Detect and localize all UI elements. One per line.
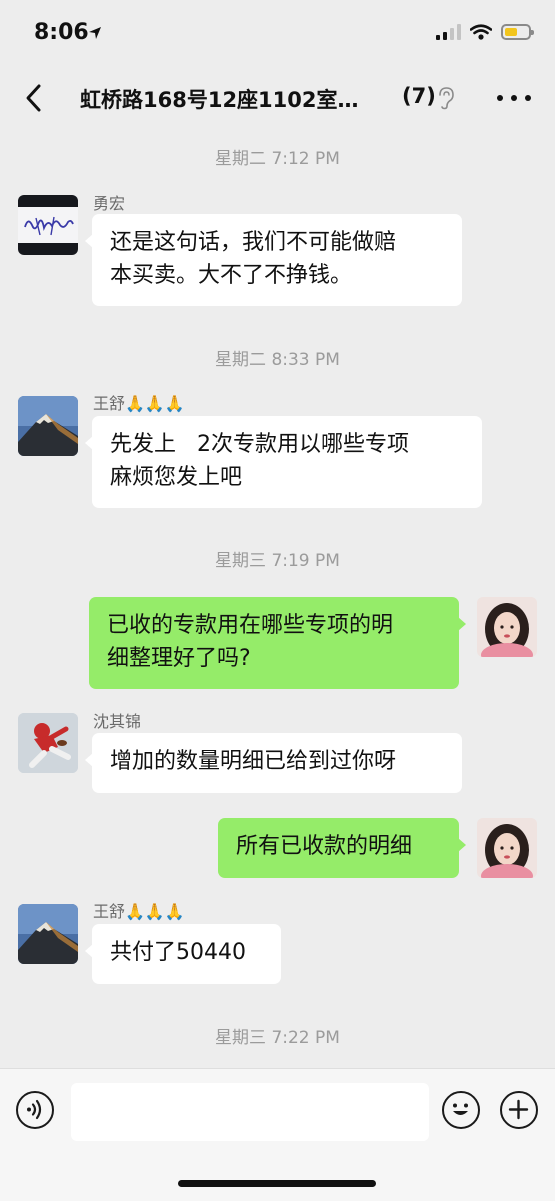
message-line: 细整理好了吗? — [107, 646, 251, 671]
message-line: 还是这句话，我们不可能做赔 — [110, 230, 397, 255]
avatar[interactable] — [477, 818, 537, 878]
portrait-avatar-image — [477, 597, 537, 657]
message-bubble[interactable]: 共付了50440 — [85, 924, 281, 984]
message-line: 已收的专款用在哪些专项的明 — [107, 613, 394, 638]
timestamp: 星期二 7:12 PM — [215, 149, 340, 169]
message-bubble[interactable]: 所有已收款的明细 — [218, 818, 466, 878]
voice-icon — [27, 1099, 42, 1120]
emoji-button[interactable] — [442, 1091, 480, 1129]
timestamp: 星期三 7:22 PM — [215, 1028, 340, 1048]
chevron-left-icon — [26, 84, 41, 112]
sender-name: 沈其锦 — [93, 712, 142, 731]
chat-title[interactable]: 虹桥路168号12座1102室… — [80, 84, 359, 114]
message-line: 本买卖。大不了不挣钱。 — [110, 263, 353, 288]
status-icons — [436, 24, 534, 40]
sender-name: 王舒🙏🙏🙏 — [93, 902, 185, 921]
avatar[interactable] — [18, 904, 78, 964]
status-time: 8:06 — [34, 20, 89, 45]
message-line: 麻烦您发上吧 — [110, 465, 243, 490]
portrait-avatar-image — [477, 818, 537, 878]
home-indicator[interactable] — [178, 1180, 376, 1187]
avatar[interactable] — [18, 713, 78, 773]
message-line: 所有已收款的明细 — [236, 834, 413, 859]
location-arrow-icon — [89, 27, 101, 39]
message-line: 先发上 2次专款用以哪些专项 — [110, 432, 409, 457]
mountain-avatar-image — [18, 904, 78, 964]
avatar[interactable] — [18, 195, 78, 255]
message-bubble[interactable]: 先发上 2次专款用以哪些专项 麻烦您发上吧 — [85, 416, 482, 508]
message-line: 共付了50440 — [110, 940, 246, 965]
football-player-avatar-image — [18, 713, 78, 773]
plus-icon — [508, 1099, 529, 1120]
nav-bar: 虹桥路168号12座1102室… (7) — [0, 66, 555, 130]
avatar[interactable] — [18, 396, 78, 456]
sender-name: 勇宏 — [93, 194, 126, 213]
member-count: (7) — [402, 84, 436, 108]
signature-avatar-image — [18, 207, 78, 243]
avatar[interactable] — [477, 597, 537, 657]
smiley-icon — [453, 1103, 468, 1115]
status-bar: 8:06 — [0, 0, 555, 66]
message-bubble[interactable]: 已收的专款用在哪些专项的明 细整理好了吗? — [89, 597, 466, 689]
timestamp: 星期三 7:19 PM — [215, 551, 340, 571]
mountain-avatar-image — [18, 396, 78, 456]
more-dot — [497, 95, 503, 101]
message-input[interactable] — [71, 1083, 429, 1141]
cellular-signal-icon — [436, 24, 461, 40]
timestamp: 星期二 8:33 PM — [215, 350, 340, 370]
battery-icon — [501, 24, 534, 40]
more-actions-button[interactable] — [500, 1091, 538, 1129]
more-options-button[interactable] — [497, 88, 531, 108]
more-dot — [525, 95, 531, 101]
wifi-icon — [470, 24, 492, 40]
earpiece-mode-icon — [439, 87, 454, 110]
more-dot — [511, 95, 517, 101]
back-button[interactable] — [18, 80, 54, 116]
message-bubble[interactable]: 还是这句话，我们不可能做赔 本买卖。大不了不挣钱。 — [85, 214, 462, 306]
voice-input-button[interactable] — [16, 1091, 54, 1129]
sender-name: 王舒🙏🙏🙏 — [93, 394, 185, 413]
message-bubble[interactable]: 增加的数量明细已给到过你呀 — [85, 733, 462, 793]
message-line: 增加的数量明细已给到过你呀 — [110, 749, 397, 774]
